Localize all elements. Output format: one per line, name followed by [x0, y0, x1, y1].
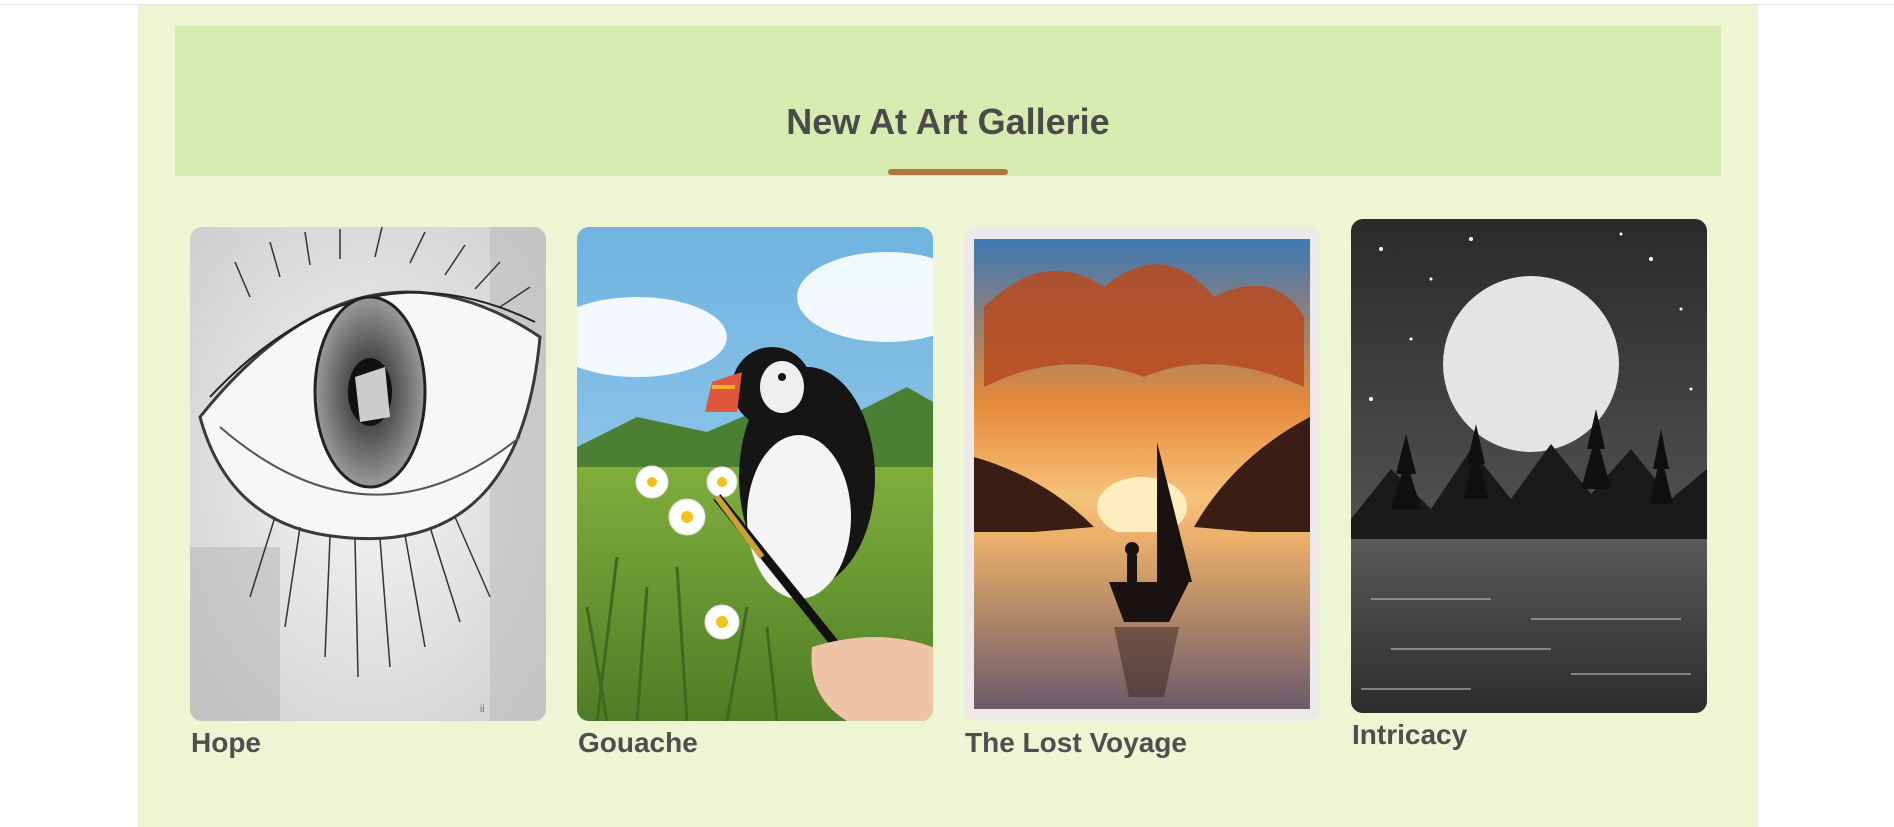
svg-text:ii: ii: [480, 704, 484, 715]
artwork-title[interactable]: Hope: [191, 727, 261, 759]
artwork-image-the-lost-voyage[interactable]: [964, 227, 1320, 721]
section-header-banner: New At Art Gallerie: [175, 26, 1721, 176]
artwork-title[interactable]: The Lost Voyage: [965, 727, 1187, 759]
section-title: New At Art Gallerie: [786, 101, 1110, 142]
artwork-image-intricacy[interactable]: [1351, 219, 1707, 713]
artwork-title[interactable]: Gouache: [578, 727, 698, 759]
new-arrivals-section: New At Art Gallerie ii Hope Gouache The …: [138, 5, 1758, 827]
title-underline-accent: [888, 169, 1008, 175]
artwork-image-gouache[interactable]: [577, 227, 933, 721]
artwork-image-hope[interactable]: ii: [190, 227, 546, 721]
artwork-title[interactable]: Intricacy: [1352, 719, 1467, 751]
